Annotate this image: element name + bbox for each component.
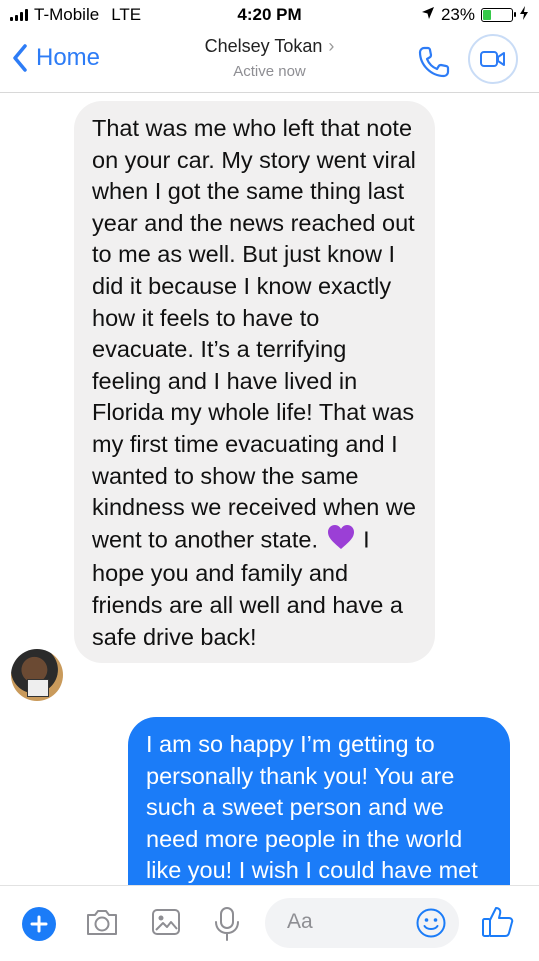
contact-name: Chelsey Tokan — [204, 36, 323, 56]
camera-button[interactable] — [84, 906, 120, 943]
message-thread[interactable]: That was me who left that note on your c… — [0, 93, 539, 885]
outgoing-message-text: I am so happy I’m getting to personally … — [146, 731, 478, 884]
like-button[interactable] — [480, 904, 516, 945]
contact-status: Active now — [233, 63, 306, 80]
phone-call-button[interactable] — [416, 44, 452, 85]
purple-heart-emoji — [327, 524, 355, 559]
phone-icon — [418, 46, 450, 78]
photo-gallery-icon — [152, 909, 180, 935]
message-composer: Aa — [0, 885, 539, 961]
status-right: 23% — [421, 5, 529, 25]
video-camera-icon — [480, 51, 505, 67]
camera-icon — [87, 910, 117, 935]
location-arrow-icon — [421, 5, 435, 25]
message-input-placeholder: Aa — [287, 910, 313, 933]
thumbs-up-icon — [482, 907, 514, 937]
incoming-message-text-1: That was me who left that note on your c… — [92, 115, 416, 553]
voice-button[interactable] — [212, 906, 242, 947]
avatar-sign — [27, 679, 49, 697]
emoji-button[interactable] — [415, 907, 447, 944]
incoming-message-bubble[interactable]: That was me who left that note on your c… — [74, 101, 435, 664]
add-button[interactable] — [22, 907, 56, 941]
status-bar: T-Mobile LTE 4:20 PM 23% — [0, 0, 539, 30]
plus-icon — [30, 915, 48, 933]
photo-button[interactable] — [150, 906, 182, 943]
battery-icon — [481, 8, 516, 22]
battery-percent: 23% — [440, 5, 475, 24]
outgoing-message-bubble[interactable]: I am so happy I’m getting to personally … — [128, 717, 510, 885]
video-call-button[interactable] — [468, 34, 518, 84]
conversation-header: Home Chelsey Tokan › Active now — [0, 30, 539, 93]
contact-avatar[interactable] — [11, 649, 63, 701]
smiley-icon — [416, 908, 446, 938]
charging-icon — [519, 5, 529, 25]
microphone-icon — [215, 907, 239, 941]
contact-header[interactable]: Chelsey Tokan › Active now — [0, 36, 539, 80]
chevron-right-icon: › — [328, 36, 335, 56]
message-input[interactable]: Aa — [265, 898, 459, 948]
